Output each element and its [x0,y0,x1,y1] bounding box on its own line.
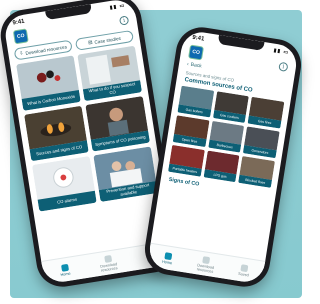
chevron-left-icon: ‹ [186,61,190,68]
signal-battery-icon: ▮▮ ▭ [273,47,290,56]
nav-download-label: Download resources [99,261,118,273]
status-time: 9:41 [12,18,25,26]
nav-home-label: Home [161,259,173,265]
topic-tile-suspect-co[interactable]: What to do if you suspect CO [77,45,143,102]
source-tile[interactable]: Gas fires [247,96,285,129]
nav-home-label: Home [60,271,71,277]
book-icon: ▤ [87,39,93,45]
home-icon [164,251,173,260]
topic-tile-symptoms[interactable]: Symptoms of CO poisoning [85,96,150,152]
download-icon: ⇩ [19,50,24,56]
source-tile[interactable]: Blocked flues [238,156,275,188]
topic-tile-sources-signs[interactable]: Sources and signs of CO [24,105,89,162]
nav-download-resources[interactable]: Download resources [92,253,124,273]
nav-home[interactable]: Home [49,262,81,279]
co-logo[interactable]: CO [12,28,29,45]
info-icon[interactable]: i [278,61,289,72]
source-tile[interactable]: Generators [243,126,280,159]
nav-download-label: Download resources [196,262,215,274]
bookmark-icon [240,263,249,272]
source-tile[interactable]: Gas boilers [177,85,214,118]
status-time: 9:41 [191,34,205,43]
download-icon [103,254,112,263]
nav-saved[interactable]: Saved [228,262,260,279]
sources-grid: Gas boilers Gas cookers Gas fires Open f… [162,85,290,189]
nav-home[interactable]: Home [152,250,184,267]
nav-download-resources[interactable]: Download resources [190,254,222,274]
nav-saved-label: Saved [237,271,250,277]
source-tile[interactable]: Barbecues [207,120,245,153]
home-icon [60,263,69,272]
info-icon[interactable]: i [118,14,130,26]
source-tile[interactable]: Open fires [172,115,210,148]
topic-tile-what-is-co[interactable]: What is Carbon Monoxide [16,55,81,111]
source-tile[interactable]: Portable heaters [168,144,205,177]
source-tile[interactable]: LPG gas [203,150,240,183]
co-logo[interactable]: CO [188,44,205,61]
case-studies-label: Case studies [94,35,122,45]
signal-battery-icon: ▮▮ ▭ [109,2,126,11]
download-resources-label: Download resources [25,43,68,56]
topic-tile-prevention[interactable]: Prevention and support available [93,146,158,202]
topic-grid: What is Carbon Monoxide What to do if yo… [10,45,164,213]
source-tile[interactable]: Gas cookers [212,91,250,124]
download-icon [202,255,211,264]
topic-tile-co-alarms[interactable]: CO alarms [32,156,97,212]
